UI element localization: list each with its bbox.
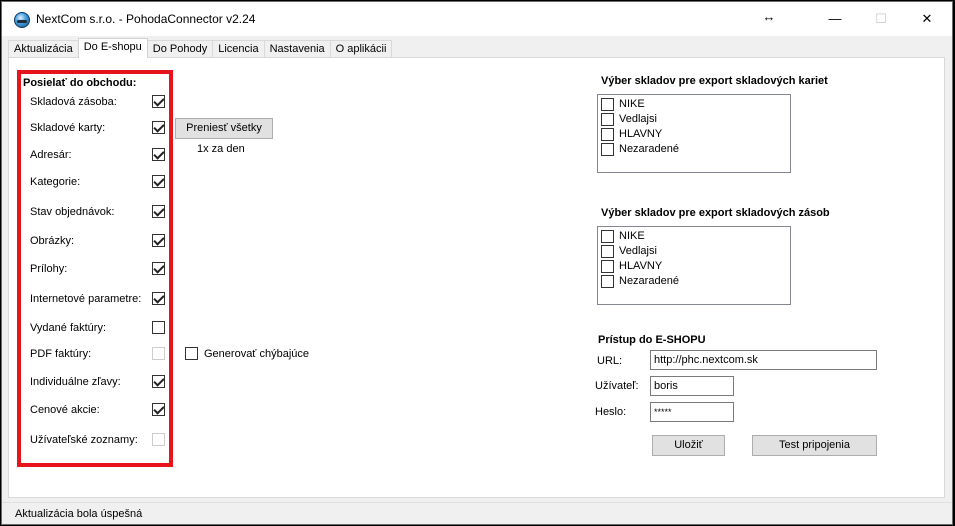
warehouse-checkbox[interactable]: [601, 260, 614, 273]
window-title: NextCom s.r.o. - PohodaConnector v2.24: [36, 12, 256, 26]
generate-missing-checkbox[interactable]: [185, 347, 198, 360]
save-button[interactable]: Uložiť: [652, 435, 725, 456]
test-connection-button[interactable]: Test pripojenia: [752, 435, 877, 456]
send-item-label: Adresár:: [30, 149, 72, 161]
warehouse-checkbox[interactable]: [601, 113, 614, 126]
tab-panel-do-e-shopu: Posielať do obchodu: Skladová zásoba: Skl…: [8, 57, 945, 498]
send-item-label: Kategorie:: [30, 176, 81, 188]
warehouse-label: Nezaradené: [619, 143, 679, 155]
warehouse-list-item[interactable]: NIKE: [600, 97, 785, 112]
password-label: Heslo:: [595, 406, 627, 418]
send-item-label: Vydané faktúry:: [30, 322, 107, 334]
url-field[interactable]: http://phc.nextcom.sk: [650, 350, 877, 370]
generate-missing-label: Generovať chýbajúce: [204, 348, 310, 360]
send-item-checkbox[interactable]: [152, 205, 165, 218]
send-item-label: Skladová zásoba:: [30, 96, 117, 108]
warehouse-checkbox[interactable]: [601, 275, 614, 288]
user-label: Užívateľ:: [595, 380, 639, 392]
app-window: NextCom s.r.o. - PohodaConnector v2.24 ↔…: [1, 1, 953, 525]
send-item-label: Prílohy:: [30, 263, 68, 275]
tab-licencia[interactable]: Licencia: [212, 40, 265, 58]
send-item-checkbox[interactable]: [152, 234, 165, 247]
status-bar: Aktualizácia bola úspešná: [2, 502, 952, 524]
warehouse-checkbox[interactable]: [601, 98, 614, 111]
send-item-checkbox[interactable]: [152, 292, 165, 305]
frequency-text: 1x za den: [197, 143, 245, 155]
send-item-label: Individuálne zľavy:: [30, 376, 121, 388]
send-item-checkbox: [152, 347, 165, 360]
warehouse-checkbox[interactable]: [601, 128, 614, 141]
warehouse-label: Vedlajsi: [619, 113, 657, 125]
maximize-button[interactable]: ☐: [871, 10, 891, 28]
warehouse-list-item[interactable]: Nezaradené: [600, 274, 785, 289]
warehouse-list-item[interactable]: HLAVNY: [600, 259, 785, 274]
send-item-checkbox[interactable]: [152, 175, 165, 188]
send-section-title: Posielať do obchodu:: [23, 77, 137, 89]
title-bar[interactable]: NextCom s.r.o. - PohodaConnector v2.24 ↔…: [2, 2, 952, 36]
send-item-checkbox[interactable]: [152, 95, 165, 108]
minimize-button[interactable]: —: [825, 10, 845, 28]
stock-warehouses-listbox[interactable]: NIKE Vedlajsi HLAVNY Nezaradené: [597, 226, 791, 305]
stock-warehouses-title: Výber skladov pre export skladových záso…: [601, 207, 830, 219]
send-item-label: Cenové akcie:: [30, 404, 100, 416]
warehouse-label: Nezaradené: [619, 275, 679, 287]
send-item-label: Internetové parametre:: [30, 293, 142, 305]
status-text: Aktualizácia bola úspešná: [15, 508, 143, 520]
user-field[interactable]: boris: [650, 376, 734, 396]
send-item-checkbox[interactable]: [152, 121, 165, 134]
tab-o-aplik-cii[interactable]: O aplikácii: [329, 40, 393, 58]
app-logo-icon: [14, 12, 30, 28]
warehouse-list-item[interactable]: NIKE: [600, 229, 785, 244]
warehouse-label: NIKE: [619, 98, 645, 110]
close-button[interactable]: ✕: [917, 10, 937, 28]
transfer-all-button[interactable]: Preniesť všetky: [175, 118, 273, 139]
send-item-checkbox[interactable]: [152, 262, 165, 275]
warehouse-list-item[interactable]: Nezaradené: [600, 142, 785, 157]
warehouse-label: HLAVNY: [619, 260, 663, 272]
tab-do-pohody[interactable]: Do Pohody: [146, 40, 214, 58]
eshop-access-title: Prístup do E-SHOPU: [598, 334, 706, 346]
card-warehouses-title: Výber skladov pre export skladových kari…: [601, 75, 828, 87]
send-item-checkbox: [152, 433, 165, 446]
warehouse-checkbox[interactable]: [601, 245, 614, 258]
send-item-label: Užívateľské zoznamy:: [30, 434, 138, 446]
send-item-checkbox[interactable]: [152, 148, 165, 161]
tab-do-e-shopu[interactable]: Do E-shopu: [77, 38, 148, 58]
send-item-label: Obrázky:: [30, 235, 75, 247]
send-item-checkbox[interactable]: [152, 375, 165, 388]
send-item-label: Skladové karty:: [30, 122, 106, 134]
tab-aktualiz-cia[interactable]: Aktualizácia: [8, 40, 79, 58]
warehouse-label: HLAVNY: [619, 128, 663, 140]
password-field[interactable]: *****: [650, 402, 734, 422]
warehouse-checkbox[interactable]: [601, 143, 614, 156]
tab-nastavenia[interactable]: Nastavenia: [263, 40, 331, 58]
send-item-checkbox[interactable]: [152, 403, 165, 416]
tab-strip: Aktualizácia Do E-shopu Do Pohody Licencia N…: [8, 38, 393, 58]
warehouse-list-item[interactable]: HLAVNY: [600, 127, 785, 142]
warehouse-list-item[interactable]: Vedlajsi: [600, 244, 785, 259]
warehouse-label: Vedlajsi: [619, 245, 657, 257]
warehouse-label: NIKE: [619, 230, 645, 242]
card-warehouses-listbox[interactable]: NIKE Vedlajsi HLAVNY Nezaradené: [597, 94, 791, 173]
warehouse-checkbox[interactable]: [601, 230, 614, 243]
warehouse-list-item[interactable]: Vedlajsi: [600, 112, 785, 127]
send-item-label: Stav objednávok:: [30, 206, 115, 218]
send-item-label: PDF faktúry:: [30, 348, 92, 360]
send-item-checkbox[interactable]: [152, 321, 165, 334]
resize-arrows-icon: ↔: [762, 9, 776, 24]
url-label: URL:: [597, 355, 623, 367]
